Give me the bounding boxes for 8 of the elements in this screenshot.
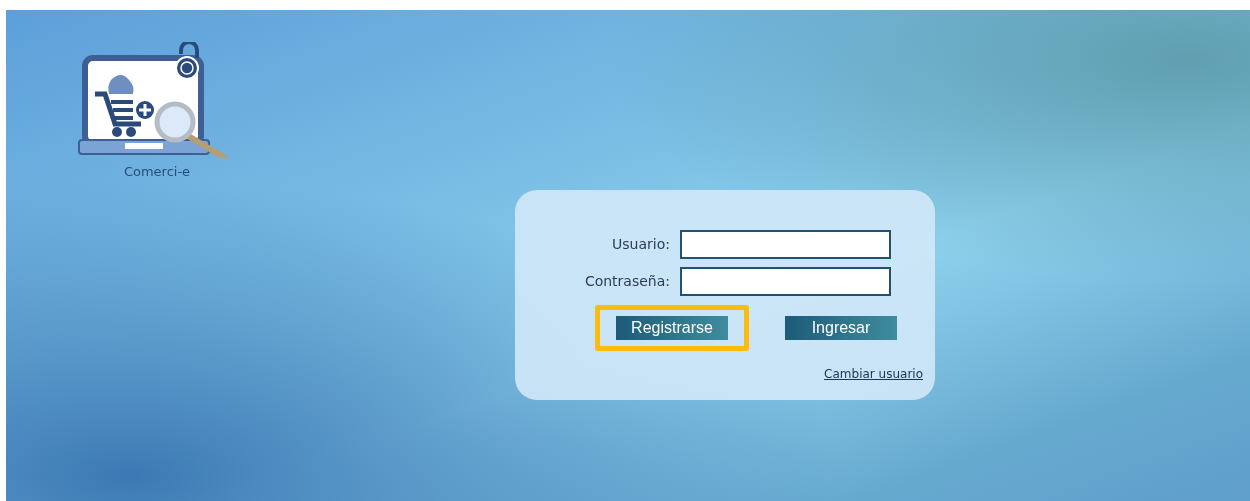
input-field[interactable] <box>680 266 891 296</box>
change-user-link[interactable]: Cambiar usuario <box>824 364 923 383</box>
form-button[interactable]: Registrarse <box>616 315 728 340</box>
input-field[interactable] <box>680 229 891 259</box>
field-label: Usuario: <box>612 234 670 254</box>
logo-caption: Comerci-e <box>123 163 191 181</box>
field-label: Contraseña: <box>584 271 670 291</box>
form-button[interactable]: Ingresar <box>785 315 897 340</box>
